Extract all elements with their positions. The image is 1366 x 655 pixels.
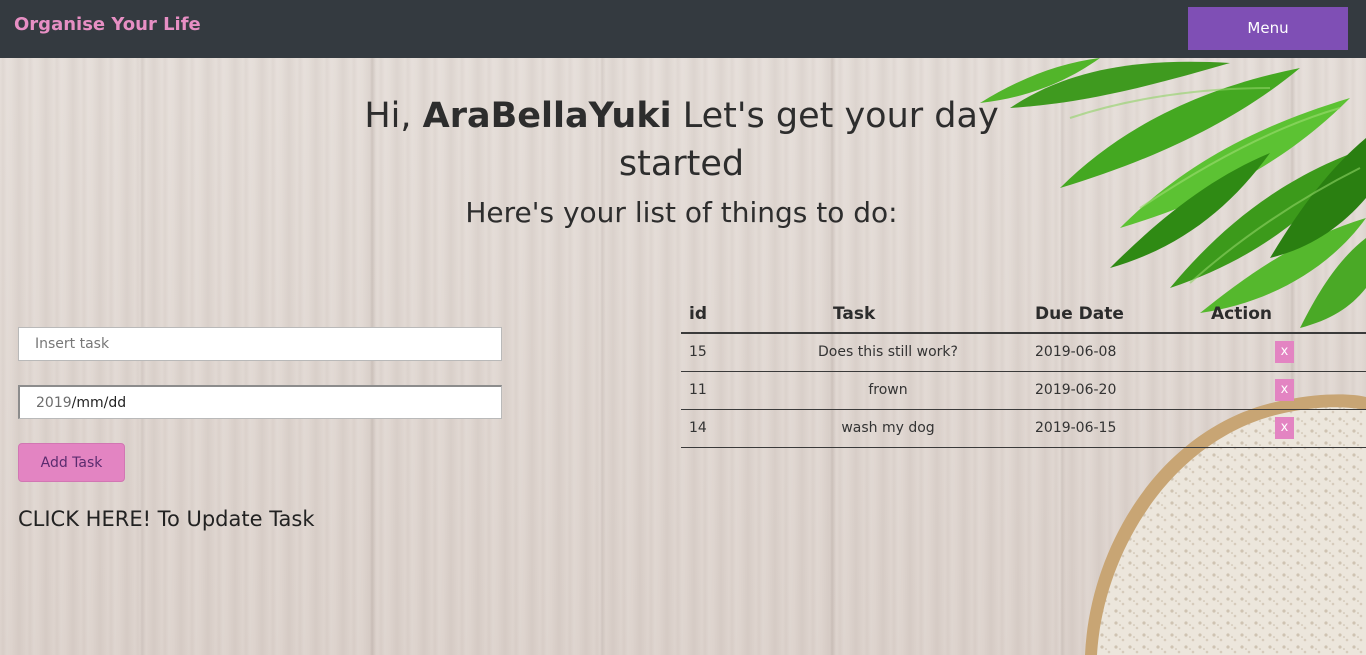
menu-button[interactable]: Menu	[1188, 7, 1348, 50]
cell-due-date: 2019-06-20	[1027, 371, 1203, 410]
greeting-suffix: Let's get your day started	[618, 96, 999, 184]
table-row: 11 frown 2019-06-20 x	[681, 371, 1366, 410]
subheading: Here's your list of things to do:	[465, 196, 898, 229]
update-task-link[interactable]: CLICK HERE! To Update Task	[18, 507, 315, 531]
cell-id: 15	[681, 333, 749, 372]
delete-task-button[interactable]: x	[1275, 341, 1294, 364]
cell-due-date: 2019-06-08	[1027, 333, 1203, 372]
table-header-row: id Task Due Date Action	[681, 295, 1366, 334]
task-input[interactable]	[18, 327, 502, 361]
cell-action: x	[1203, 371, 1366, 410]
task-table: id Task Due Date Action 15 Does this sti…	[681, 295, 1366, 448]
delete-task-button[interactable]: x	[1275, 417, 1294, 439]
table-row: 14 wash my dog 2019-06-15 x	[681, 409, 1366, 448]
username: AraBellaYuki	[422, 96, 672, 136]
cell-task: Does this still work?	[749, 333, 1027, 372]
header-task: Task	[749, 295, 1027, 334]
brand-title[interactable]: Organise Your Life	[14, 14, 201, 35]
due-date-input[interactable]: 2019/mm/dd	[18, 385, 502, 419]
cell-task: wash my dog	[749, 409, 1027, 448]
header-id: id	[681, 295, 749, 334]
greeting-heading: Hi, AraBellaYuki Let's get your day star…	[340, 92, 1023, 188]
header-action: Action	[1203, 295, 1366, 334]
cell-action: x	[1203, 333, 1366, 372]
leaves-image	[980, 58, 1366, 328]
cell-due-date: 2019-06-15	[1027, 409, 1203, 448]
delete-task-button[interactable]: x	[1275, 379, 1294, 401]
cell-id: 11	[681, 371, 749, 410]
greeting-prefix: Hi,	[364, 96, 423, 136]
date-format: /mm/dd	[71, 395, 127, 411]
add-task-button[interactable]: Add Task	[18, 443, 125, 482]
header-due-date: Due Date	[1027, 295, 1203, 334]
table-row: 15 Does this still work? 2019-06-08 x	[681, 333, 1366, 372]
cell-task: frown	[749, 371, 1027, 410]
cell-id: 14	[681, 409, 749, 448]
cell-action: x	[1203, 409, 1366, 448]
date-year: 2019	[36, 395, 72, 411]
navbar: Organise Your Life Menu	[0, 0, 1366, 58]
